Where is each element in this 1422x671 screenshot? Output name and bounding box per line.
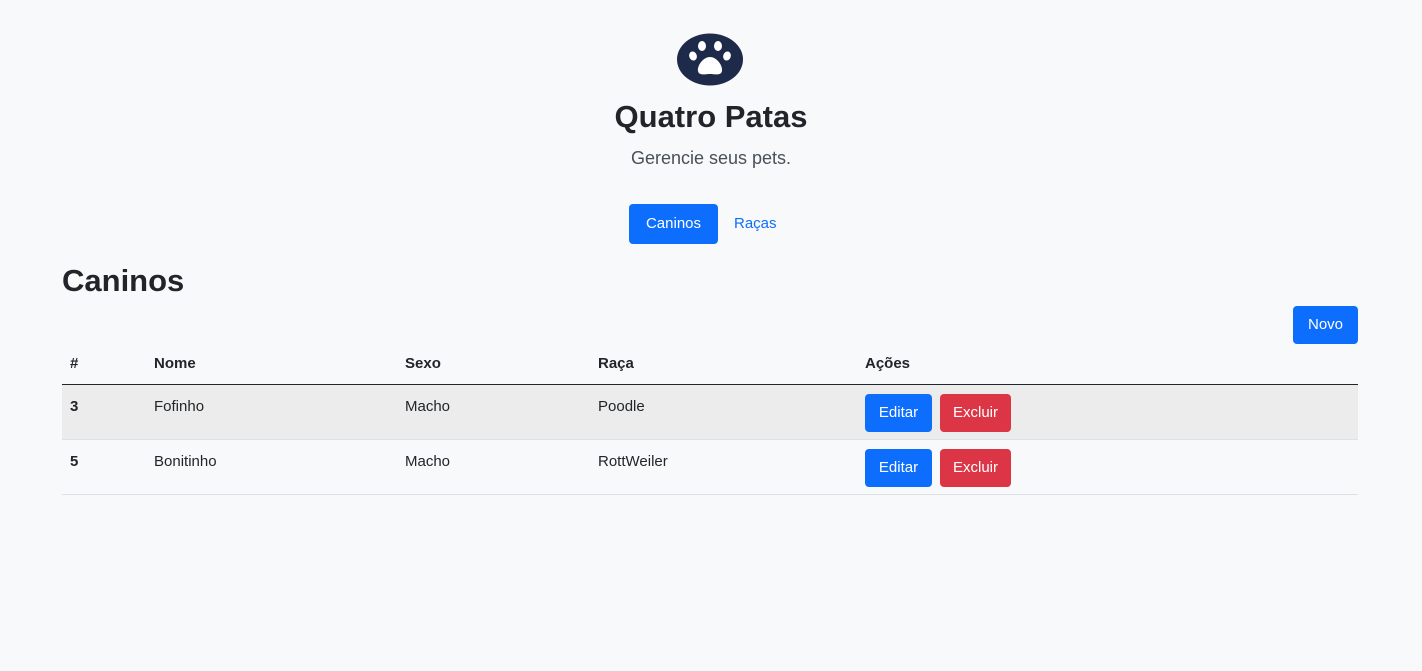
caninos-table: # Nome Sexo Raça Ações 3 Fofinho Macho P… [62,344,1358,495]
header-sex: Sexo [397,344,590,385]
header-name: Nome [146,344,397,385]
row-sex: Macho [397,439,590,495]
main-nav: Caninos Raças [629,204,793,244]
row-name: Bonitinho [146,439,397,495]
header-id: # [62,344,146,385]
nav-item-caninos[interactable]: Caninos [629,204,718,244]
row-name: Fofinho [146,384,397,440]
app-title: Quatro Patas [614,99,808,134]
table-row: 5 Bonitinho Macho RottWeiler Editar Exclu… [62,439,1358,495]
row-sex: Macho [397,384,590,440]
row-actions: Editar Excluir [857,384,1358,440]
new-button[interactable]: Novo [1293,306,1358,344]
table-header-row: # Nome Sexo Raça Ações [62,344,1358,385]
delete-button[interactable]: Excluir [940,393,1011,432]
app-subtitle: Gerencie seus pets. [630,148,792,168]
paw-icon [676,33,744,86]
row-breed: Poodle [590,384,857,440]
row-id: 3 [62,384,146,440]
edit-button[interactable]: Editar [865,393,932,432]
section-title: Caninos [62,263,185,298]
table-row: 3 Fofinho Macho Poodle Editar Excluir [62,384,1358,440]
row-actions: Editar Excluir [857,439,1358,495]
row-id: 5 [62,439,146,495]
header-actions: Ações [857,344,1358,385]
nav-item-racas[interactable]: Raças [718,204,793,244]
edit-button[interactable]: Editar [865,448,932,487]
row-breed: RottWeiler [590,439,857,495]
header-breed: Raça [590,344,857,385]
delete-button[interactable]: Excluir [940,448,1011,487]
